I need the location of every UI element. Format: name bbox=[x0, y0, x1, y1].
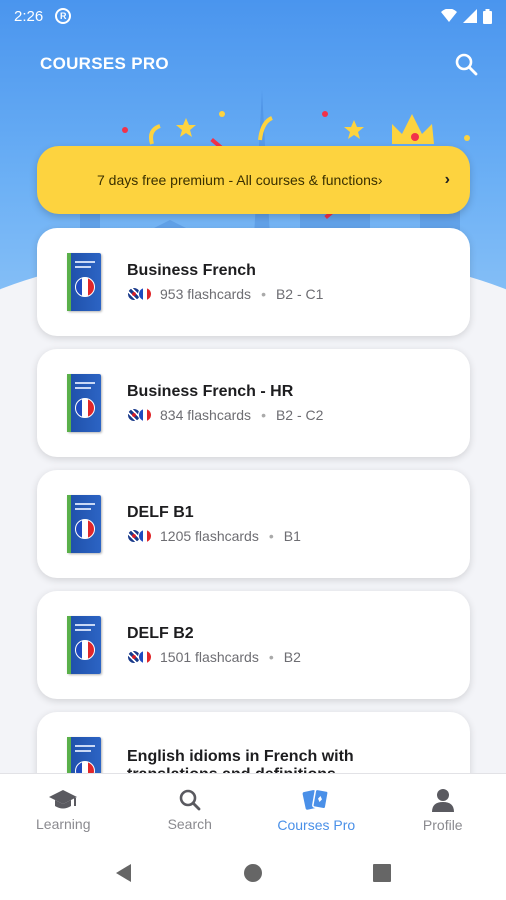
language-flags-icon bbox=[127, 650, 152, 664]
nav-label: Courses Pro bbox=[277, 816, 356, 833]
promo-text: 7 days free premium - All courses & func… bbox=[97, 172, 383, 188]
status-bar: 2:26 R bbox=[0, 0, 506, 32]
course-book-icon bbox=[67, 374, 101, 432]
chevron-right-icon: › bbox=[444, 171, 450, 188]
system-navigation-bar bbox=[0, 845, 506, 900]
data-saver-icon: R bbox=[55, 8, 72, 24]
course-level: B2 - C1 bbox=[275, 286, 324, 302]
language-flags-icon bbox=[127, 529, 152, 543]
course-title: DELF B1 bbox=[127, 504, 194, 521]
search-icon bbox=[179, 789, 201, 810]
back-button[interactable] bbox=[115, 863, 133, 883]
course-card[interactable]: Business French - HR 834 flashcards • B2… bbox=[37, 349, 470, 457]
nav-item-search[interactable]: Search bbox=[127, 774, 254, 845]
course-card[interactable]: DELF B2 1501 flashcards • B2 bbox=[37, 591, 470, 699]
course-list: Business French 953 flashcards • B2 - C1… bbox=[37, 228, 470, 833]
person-icon bbox=[431, 788, 454, 812]
course-title: DELF B2 bbox=[127, 625, 194, 642]
search-icon bbox=[455, 53, 478, 76]
battery-icon bbox=[483, 8, 492, 24]
language-flags-icon bbox=[127, 408, 152, 422]
status-time: 2:26 bbox=[14, 7, 44, 25]
bottom-navigation: Learning Search Courses Pro Profile bbox=[0, 773, 506, 845]
course-flashcard-count: 1205 flashcards bbox=[160, 528, 259, 544]
course-flashcard-count: 1501 flashcards bbox=[160, 649, 259, 665]
course-flashcard-count: 953 flashcards bbox=[160, 286, 252, 302]
separator-dot: • bbox=[268, 649, 274, 665]
course-book-icon bbox=[67, 253, 101, 311]
nav-label: Learning bbox=[36, 815, 91, 832]
separator-dot: • bbox=[268, 528, 274, 544]
course-level: B2 - C2 bbox=[275, 407, 324, 423]
course-card[interactable]: Business French 953 flashcards • B2 - C1 bbox=[37, 228, 470, 336]
nav-item-learning[interactable]: Learning bbox=[0, 774, 127, 845]
app-bar: COURSES PRO bbox=[0, 40, 506, 88]
premium-promo-banner[interactable]: 7 days free premium - All courses & func… bbox=[37, 146, 470, 214]
course-card[interactable]: DELF B1 1205 flashcards • B1 bbox=[37, 470, 470, 578]
wifi-icon bbox=[441, 9, 457, 22]
home-button[interactable] bbox=[243, 863, 263, 883]
course-level: B1 bbox=[283, 528, 301, 544]
cards-icon bbox=[302, 788, 330, 810]
nav-item-profile[interactable]: Profile bbox=[380, 774, 506, 845]
nav-label: Search bbox=[167, 815, 212, 832]
search-button[interactable] bbox=[450, 48, 482, 80]
course-level: B2 bbox=[283, 649, 301, 665]
language-flags-icon bbox=[127, 287, 152, 301]
separator-dot: • bbox=[261, 407, 266, 423]
course-flashcard-count: 834 flashcards bbox=[160, 407, 252, 423]
recents-button[interactable] bbox=[373, 863, 391, 882]
page-title: COURSES PRO bbox=[40, 54, 169, 73]
recents-square-icon bbox=[373, 863, 391, 882]
nav-label: Profile bbox=[422, 816, 463, 833]
nav-item-courses-pro[interactable]: Courses Pro bbox=[253, 774, 380, 845]
course-book-icon bbox=[67, 616, 101, 674]
course-book-icon bbox=[67, 495, 101, 553]
back-triangle-icon bbox=[116, 863, 131, 882]
course-title: Business French bbox=[127, 262, 256, 279]
home-circle-icon bbox=[244, 863, 262, 882]
status-icons bbox=[441, 8, 492, 24]
course-title: Business French - HR bbox=[127, 383, 294, 400]
separator-dot: • bbox=[261, 286, 266, 302]
graduation-cap-icon bbox=[49, 789, 78, 808]
signal-icon bbox=[463, 9, 477, 23]
